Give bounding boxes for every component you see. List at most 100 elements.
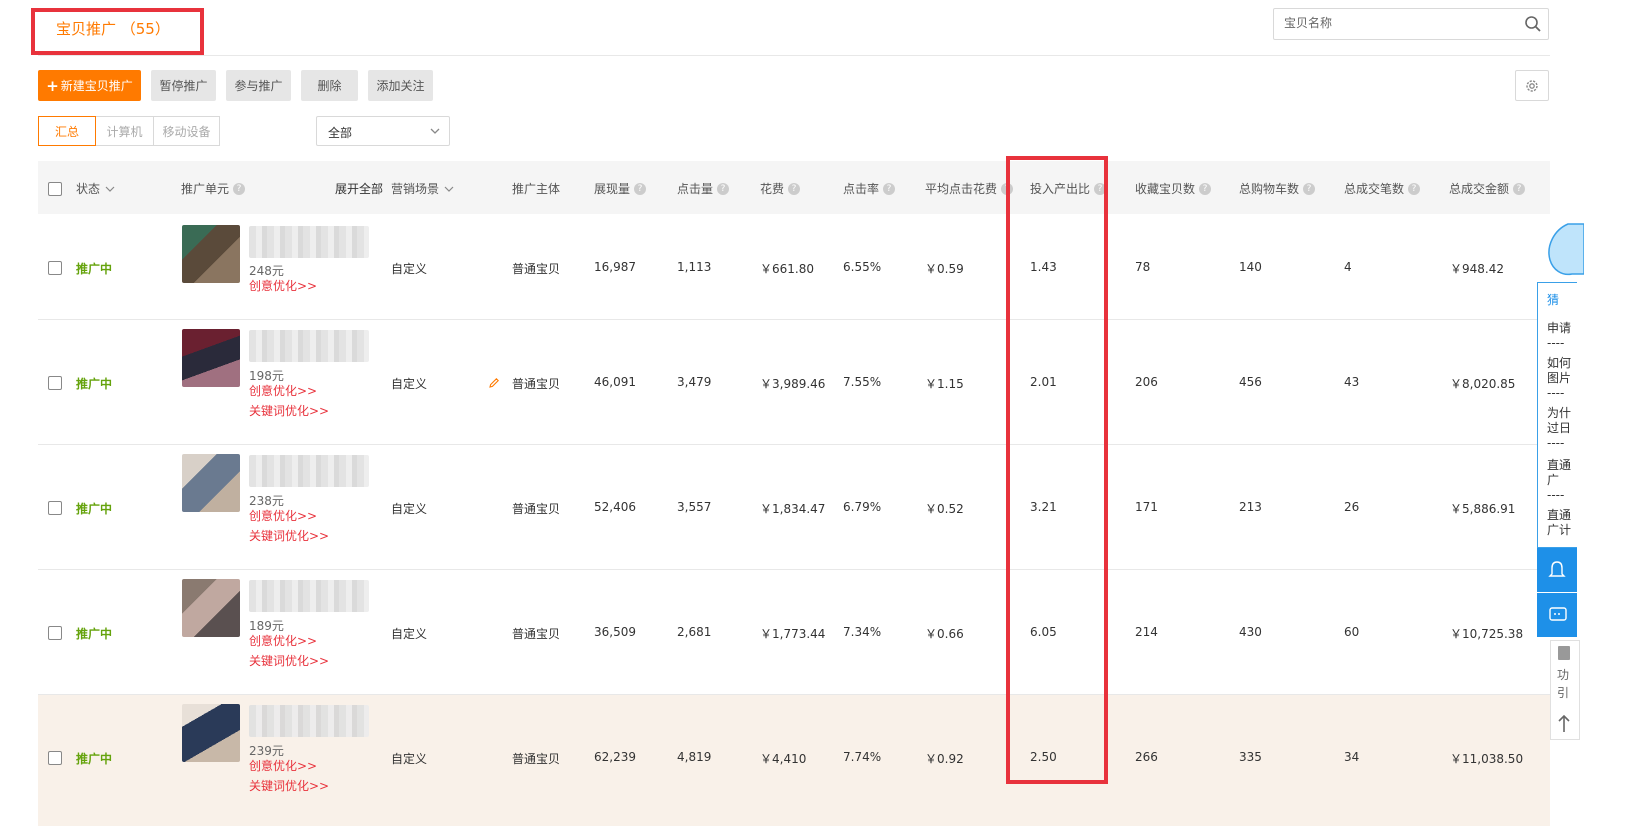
subject-value: 普通宝贝 [512,262,561,276]
col-orders[interactable]: 总成交笔数? [1344,180,1421,197]
search-input[interactable] [1282,15,1516,31]
keyword-optimize-link[interactable]: 关键词优化>> [249,527,329,544]
cpc-value: ￥0.52 [925,502,964,516]
favorites-value: 206 [1135,375,1158,389]
col-ctr[interactable]: 点击率? [843,180,896,197]
creative-optimize-link[interactable]: 创意优化>> [249,277,317,294]
settings-button[interactable] [1515,70,1549,101]
favorites-value: 266 [1135,750,1158,764]
row-checkbox[interactable] [48,626,62,640]
add-follow-button[interactable]: 添加关注 [368,70,433,101]
help-panel-heading: 猜 [1547,293,1560,307]
creative-optimize-link[interactable]: 创意优化>> [249,382,317,399]
product-thumbnail[interactable] [182,579,240,637]
col-status[interactable]: 状态 [76,180,116,197]
gear-icon [1526,79,1538,92]
col-favorites-label: 收藏宝贝数 [1135,182,1196,196]
help-icon[interactable]: ? [634,182,647,195]
col-gmv[interactable]: 总成交金额? [1449,180,1526,197]
col-favorites[interactable]: 收藏宝贝数? [1135,180,1212,197]
expand-all-link[interactable]: 展开全部 [335,180,383,197]
product-title-blurred[interactable] [249,455,369,487]
orders-value: 43 [1344,375,1360,389]
product-thumbnail[interactable] [182,329,240,387]
product-title-blurred[interactable] [249,580,369,612]
row-checkbox[interactable] [48,261,62,275]
gmv-value: ￥11,038.50 [1450,752,1524,766]
assistant-mascot-icon[interactable] [1544,222,1584,282]
orders-value: 26 [1344,500,1360,514]
help-panel-item[interactable]: 直通 广 ---- [1547,458,1577,503]
back-to-top-icon[interactable] [1556,712,1572,736]
product-thumbnail[interactable] [182,225,240,283]
keyword-optimize-link[interactable]: 关键词优化>> [249,402,329,419]
help-icon[interactable]: ? [1303,182,1316,195]
help-icon[interactable]: ? [1513,182,1526,195]
tab-mobile[interactable]: 移动设备 [153,116,220,146]
gmv-value: ￥5,886.91 [1450,502,1516,516]
help-icon[interactable]: ? [717,182,730,195]
plus-icon: + [46,76,59,95]
chevron-down-icon [105,186,115,192]
edit-pencil-icon[interactable] [488,377,500,389]
col-impressions[interactable]: 展现量? [594,180,647,197]
help-icon[interactable]: ? [1199,182,1212,195]
favorites-value: 171 [1135,500,1158,514]
delete-button[interactable]: 删除 [301,70,358,101]
col-cpc[interactable]: 平均点击花费? [925,180,1014,197]
cpc-value: ￥0.59 [925,262,964,276]
row-checkbox[interactable] [48,376,62,390]
search-icon[interactable] [1524,15,1542,33]
creative-optimize-link[interactable]: 创意优化>> [249,507,317,524]
creative-optimize-link[interactable]: 创意优化>> [249,757,317,774]
col-scene[interactable]: 营销场景 [391,180,455,197]
chat-button[interactable] [1537,593,1577,637]
col-cart[interactable]: 总购物车数? [1239,180,1316,197]
col-clicks[interactable]: 点击量? [677,180,730,197]
new-promotion-button[interactable]: + 新建宝贝推广 [38,70,141,101]
cart-value: 456 [1239,375,1262,389]
product-thumbnail[interactable] [182,454,240,512]
chat-icon [1549,607,1567,621]
product-title-blurred[interactable] [249,705,369,737]
bell-icon [1548,561,1566,577]
ctr-value: 6.79% [843,500,882,514]
new-promotion-label: 新建宝贝推广 [60,79,133,93]
chevron-down-icon [430,128,440,134]
col-cost[interactable]: 花费? [760,180,801,197]
search-box[interactable] [1273,8,1549,40]
product-title-blurred[interactable] [249,330,369,362]
gmv-value: ￥948.42 [1450,262,1504,276]
help-panel-item[interactable]: 申请 ---- [1547,321,1577,351]
keyword-optimize-link[interactable]: 关键词优化>> [249,652,329,669]
col-unit: 推广单元? [181,180,246,197]
select-all-checkbox[interactable] [48,182,62,196]
favorites-value: 214 [1135,625,1158,639]
scene-filter-select[interactable]: 全部 [316,116,450,146]
keyword-optimize-link[interactable]: 关键词优化>> [249,777,329,794]
status-label: 推广中 [76,262,113,276]
product-title-blurred[interactable] [249,226,369,258]
feature-guide-text-1: 功 [1557,668,1570,682]
col-clicks-label: 点击量 [677,182,714,196]
help-icon[interactable]: ? [233,182,246,195]
favorites-value: 78 [1135,260,1151,274]
help-icon[interactable]: ? [883,182,896,195]
tab-summary[interactable]: 汇总 [38,116,96,146]
help-icon[interactable]: ? [788,182,801,195]
help-panel-item[interactable]: 为什 过日 ---- [1547,406,1577,451]
help-icon[interactable]: ? [1408,182,1421,195]
pause-button[interactable]: 暂停推广 [151,70,216,101]
gmv-value: ￥10,725.38 [1450,627,1524,641]
book-icon [1558,646,1570,660]
scene-value: 自定义 [391,262,428,276]
row-checkbox[interactable] [48,501,62,515]
join-button[interactable]: 参与推广 [226,70,291,101]
help-panel-item[interactable]: 直通 广计 [1547,508,1577,538]
tab-computer[interactable]: 计算机 [95,116,154,146]
row-checkbox[interactable] [48,751,62,765]
creative-optimize-link[interactable]: 创意优化>> [249,632,317,649]
notification-button[interactable] [1537,548,1577,592]
product-thumbnail[interactable] [182,704,240,762]
help-panel-item[interactable]: 如何 图片 ---- [1547,356,1577,401]
